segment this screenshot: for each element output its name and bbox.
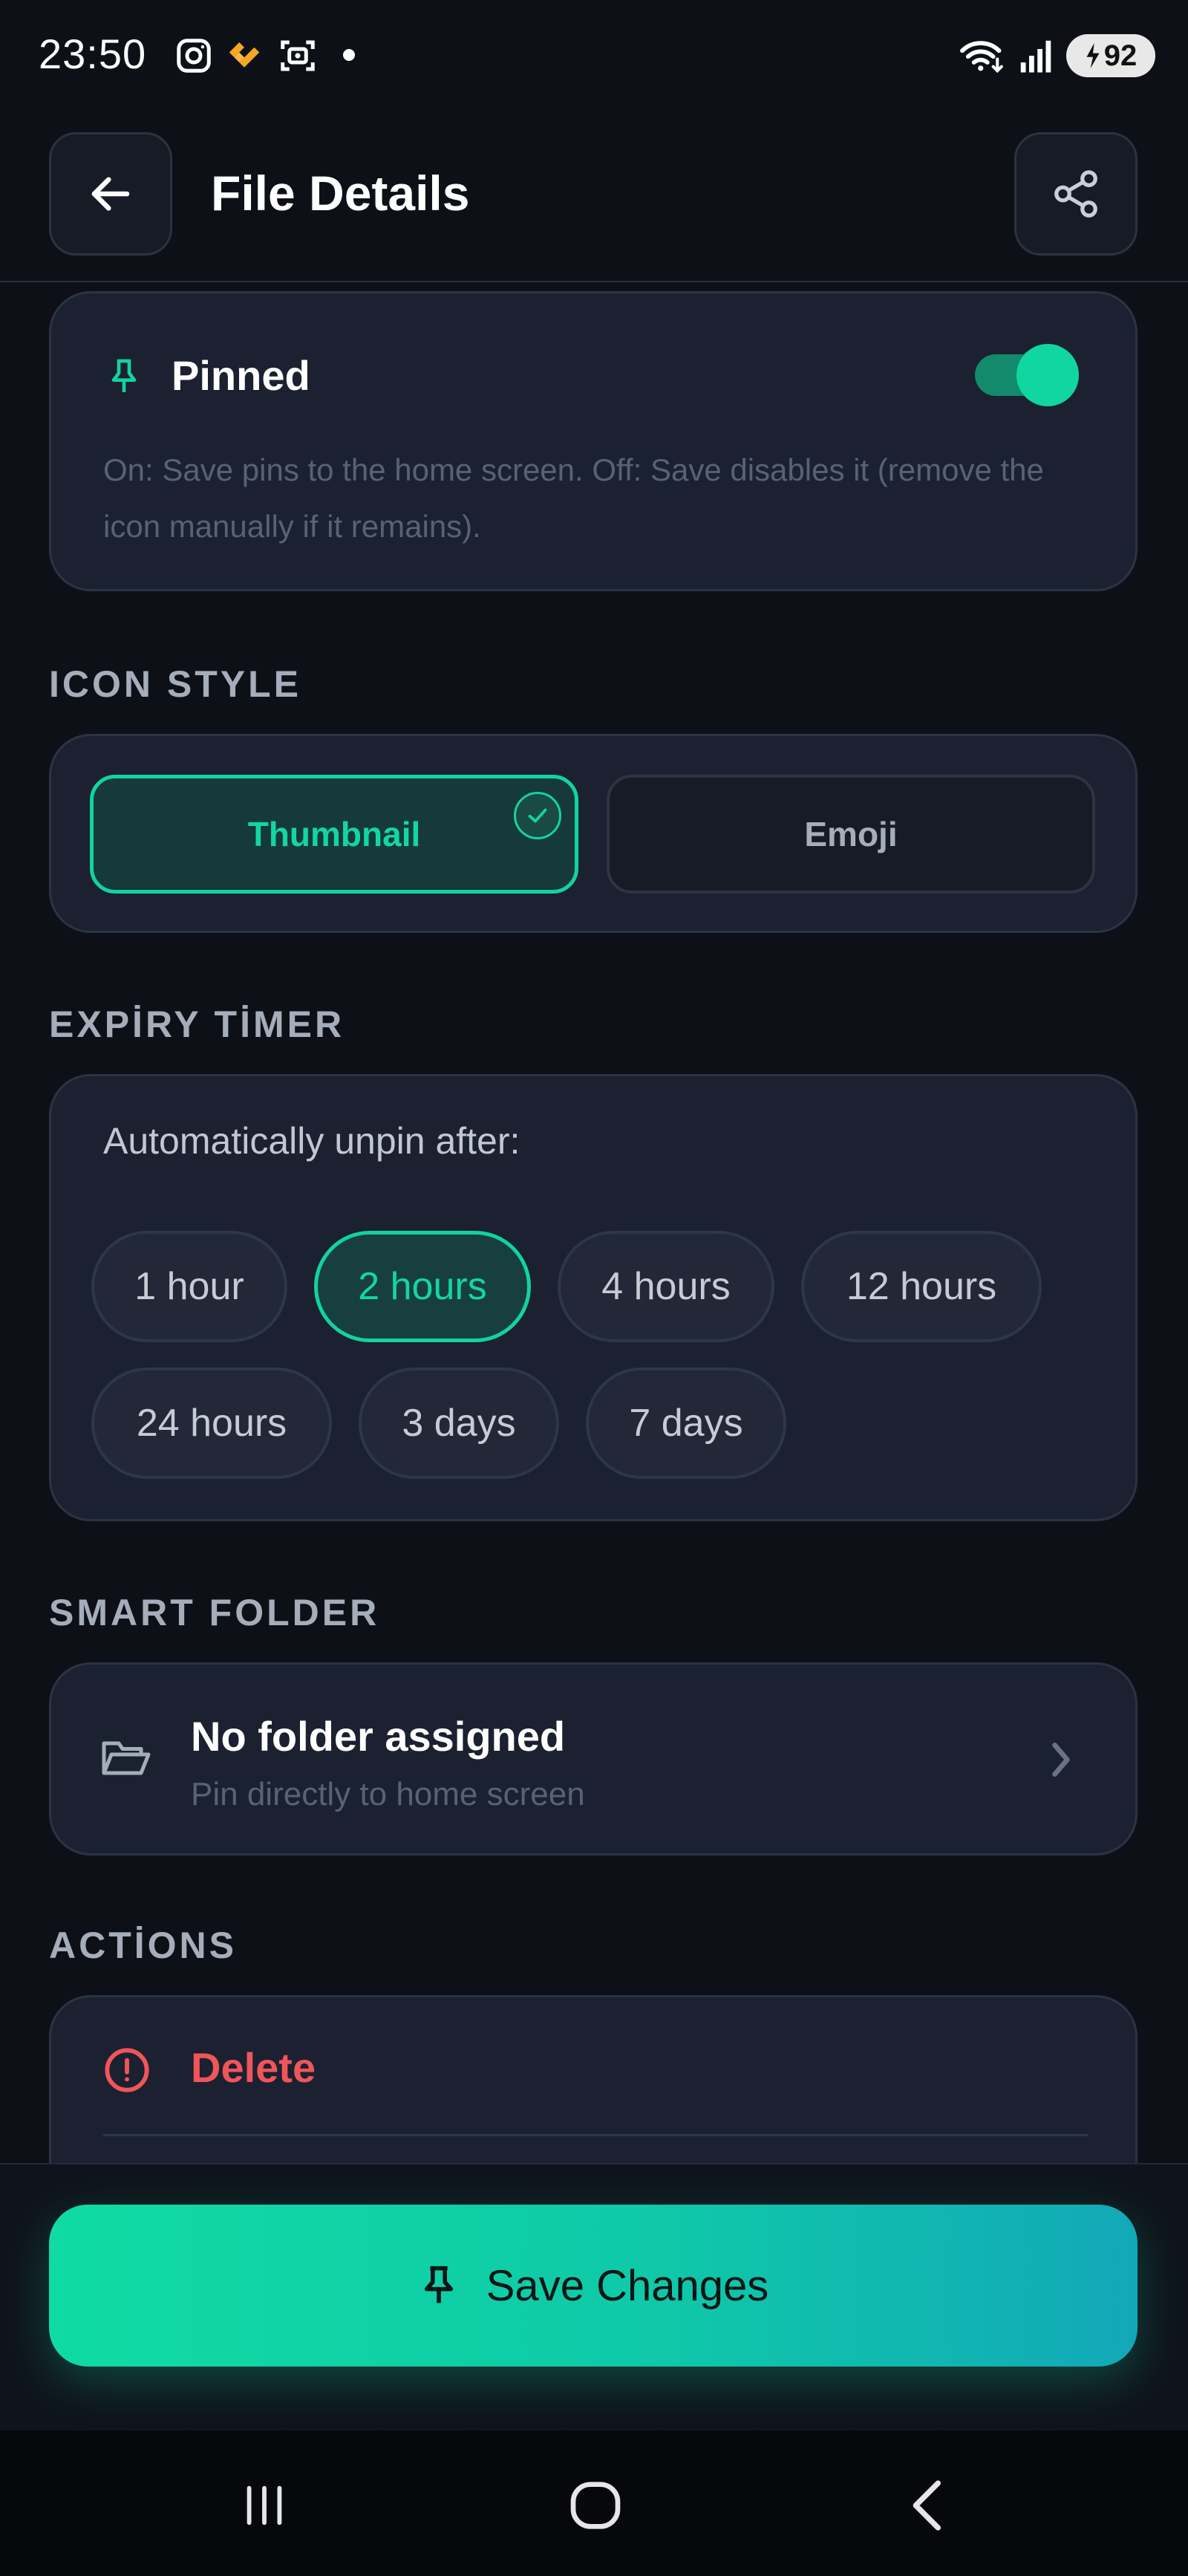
icon-style-card: Thumbnail Emoji (49, 734, 1138, 933)
screenshot-icon (281, 40, 315, 71)
chip-12-hours[interactable]: 12 hours (801, 1231, 1042, 1342)
save-changes-label: Save Changes (486, 2261, 769, 2310)
chip-24-hours[interactable]: 24 hours (91, 1367, 332, 1479)
instagram-icon (177, 39, 211, 73)
chip-label: 7 days (629, 1402, 743, 1445)
pinned-label: Pinned (172, 352, 310, 399)
pinned-card: Pinned On: Save pins to the home screen.… (49, 291, 1138, 591)
actions-heading: ACTİONS (49, 1925, 237, 1966)
arrow-left-icon (91, 177, 130, 211)
chip-label: 4 hours (601, 1265, 731, 1308)
folder-open-icon (102, 1741, 151, 1775)
pin-icon (424, 2266, 453, 2303)
folder-title: No folder assigned (191, 1713, 566, 1760)
signal-icon (1020, 40, 1051, 73)
status-bar: 23:50 92 (0, 0, 1188, 111)
smart-folder-card[interactable]: No folder assigned Pin directly to home … (49, 1662, 1138, 1855)
share-button[interactable] (1014, 132, 1138, 256)
chip-4-hours[interactable]: 4 hours (558, 1231, 774, 1342)
chip-2-hours[interactable]: 2 hours (314, 1231, 531, 1342)
chip-label: 1 hour (134, 1265, 244, 1308)
selected-check-badge (514, 792, 561, 839)
chip-label: 3 days (402, 1402, 516, 1445)
expiry-timer-heading: EXPİRY TİMER (49, 1004, 345, 1045)
wifi-icon (960, 41, 1003, 74)
pinned-toggle[interactable] (975, 344, 1079, 406)
home-button[interactable] (551, 2465, 640, 2546)
alert-circle-icon (105, 2048, 149, 2092)
toggle-knob (1016, 344, 1079, 406)
chip-3-days[interactable]: 3 days (359, 1367, 559, 1479)
expiry-timer-card: Automatically unpin after: 1 hour 2 hour… (49, 1074, 1138, 1521)
status-time: 23:50 (39, 30, 147, 77)
app-header: File Details (0, 111, 1188, 282)
recent-apps-button[interactable] (220, 2465, 309, 2546)
emoji-option[interactable]: Emoji (607, 775, 1095, 894)
back-nav-button[interactable] (884, 2465, 973, 2546)
system-nav-bar (0, 2430, 1188, 2576)
smart-folder-heading: SMART FOLDER (49, 1592, 380, 1633)
chip-label: 24 hours (136, 1402, 287, 1445)
recent-apps-icon (247, 2485, 282, 2525)
screen: 23:50 92 File Details Pinned On: Save pi… (0, 0, 1188, 2576)
icon-style-heading: ICON STYLE (49, 663, 302, 705)
pin-icon (111, 359, 137, 392)
back-button[interactable] (49, 132, 172, 256)
battery-level: 92 (1103, 39, 1138, 72)
divider (103, 2134, 1088, 2136)
share-icon (1054, 170, 1097, 218)
delete-button[interactable]: Delete (191, 2043, 316, 2092)
battery-indicator: 92 (1066, 34, 1155, 77)
page-title: File Details (211, 166, 470, 221)
check-icon (528, 808, 547, 823)
save-changes-button[interactable]: Save Changes (49, 2205, 1138, 2367)
save-bar: Save Changes (0, 2163, 1188, 2430)
charging-icon (1086, 43, 1100, 68)
notification-dot (343, 49, 355, 61)
home-icon (570, 2482, 621, 2529)
chip-label: 12 hours (846, 1265, 997, 1308)
pinned-description: On: Save pins to the home screen. Off: S… (103, 452, 1044, 544)
chevron-left-icon (913, 2480, 941, 2531)
chevron-right-icon (1052, 1743, 1070, 1777)
thumbnail-label: Thumbnail (247, 815, 421, 853)
chip-7-days[interactable]: 7 days (586, 1367, 786, 1479)
chip-label: 2 hours (358, 1265, 487, 1308)
app-icon (229, 42, 260, 68)
expiry-prompt: Automatically unpin after: (103, 1120, 520, 1162)
thumbnail-option[interactable]: Thumbnail (90, 775, 578, 894)
chip-1-hour[interactable]: 1 hour (91, 1231, 287, 1342)
folder-subtitle: Pin directly to home screen (191, 1776, 585, 1812)
emoji-label: Emoji (804, 815, 898, 853)
